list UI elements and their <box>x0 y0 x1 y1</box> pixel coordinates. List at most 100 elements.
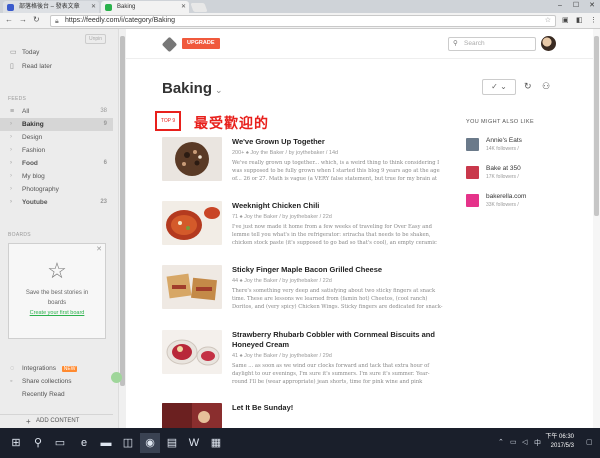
feed-name[interactable]: Annie's Eats <box>486 137 522 144</box>
article-meta: 44 ♠ Joy the Baker / by joythebaker / 22… <box>232 278 332 284</box>
article-thumbnail[interactable] <box>162 403 222 428</box>
window-controls: – ☐ ✕ <box>552 0 600 11</box>
reload-icon[interactable]: ↻ <box>33 15 40 24</box>
ime-icon[interactable]: 中 <box>534 438 541 448</box>
sidebar-feed-baking[interactable]: › Baking 9 <box>0 118 113 131</box>
close-tab-icon[interactable]: ✕ <box>91 1 96 13</box>
article-thumbnail[interactable] <box>162 330 222 374</box>
article-thumbnail[interactable] <box>162 265 222 309</box>
article-summary: There's something very deep and satisfyi… <box>232 288 443 310</box>
clock-time: 下午 06:30 <box>545 434 574 440</box>
chevron-right-icon[interactable]: › <box>10 170 12 183</box>
article-card[interactable]: Weeknight Chicken Chili 71 ♠ Joy the Bak… <box>162 201 442 261</box>
sidebar-feed-design[interactable]: › Design <box>0 131 113 144</box>
tray-expand-icon[interactable]: ⌃ <box>498 438 504 446</box>
notification-icon[interactable]: ▢ <box>586 438 593 446</box>
sidebar-scrollbar[interactable] <box>120 36 125 386</box>
you-might-also-like-heading: YOU MIGHT ALSO LIKE <box>466 119 535 125</box>
sidebar-item-today[interactable]: ▭ Today <box>0 46 113 59</box>
edge-icon[interactable]: e <box>74 433 94 453</box>
search-icon[interactable]: ⚲ <box>28 433 48 453</box>
sidebar-feed-my-blog[interactable]: › My blog <box>0 170 113 183</box>
close-window-icon[interactable]: ✕ <box>584 0 600 11</box>
create-board-link[interactable]: Create your first board <box>9 310 105 316</box>
mark-read-button[interactable]: ✓ ⌄ <box>482 79 516 95</box>
refresh-icon[interactable]: ↻ <box>524 81 532 92</box>
back-icon[interactable]: ← <box>5 15 13 24</box>
app-icon[interactable]: ▦ <box>206 433 226 453</box>
browser-tab-strip: 部落格後台 – 發表文章 ✕ Baking ✕ – ☐ ✕ <box>0 0 600 13</box>
article-card[interactable]: Sticky Finger Maple Bacon Grilled Cheese… <box>162 265 443 325</box>
extension-icon[interactable]: ▣ <box>562 16 569 24</box>
sidebar-item-recently-read[interactable]: Recently Read <box>0 388 113 401</box>
sidebar-item-integrations[interactable]: ◌ Integrations NEW <box>0 362 113 375</box>
bookmark-star-icon[interactable]: ☆ <box>545 16 551 26</box>
windows-start-icon[interactable]: ⊞ <box>6 433 26 453</box>
chevron-right-icon[interactable]: › <box>10 131 12 144</box>
extension-icon[interactable]: ◧ <box>576 16 583 24</box>
new-tab-button[interactable] <box>190 3 208 12</box>
sidebar-feed-youtube[interactable]: › Youtube 23 <box>0 196 113 209</box>
document-icon[interactable]: ▤ <box>162 433 182 453</box>
sidebar-item-read-later[interactable]: ▯ Read later <box>0 60 113 73</box>
forward-icon[interactable]: → <box>19 15 27 24</box>
main-scrollbar[interactable] <box>594 36 599 216</box>
annotation-text: 最受歡迎的 <box>194 115 269 131</box>
maximize-icon[interactable]: ☐ <box>568 0 584 11</box>
sidebar-feed-photography[interactable]: › Photography <box>0 183 113 196</box>
feed-name[interactable]: bakerella.com <box>486 193 526 200</box>
chevron-right-icon[interactable]: › <box>10 118 12 131</box>
article-title[interactable]: Let It Be Sunday! <box>232 403 442 413</box>
search-input[interactable]: ⚲ Search <box>448 37 536 51</box>
avatar[interactable] <box>541 36 556 51</box>
page-title[interactable]: Baking ⌄ <box>162 80 223 97</box>
recommended-feed[interactable]: Bake at 350 17K followers / <box>466 164 576 184</box>
browser-toolbar: ← → ↻ 🔒︎ https://feedly.com/i/category/B… <box>0 13 600 29</box>
close-icon[interactable]: ✕ <box>96 245 102 253</box>
article-thumbnail[interactable] <box>162 137 222 181</box>
article-title[interactable]: Weeknight Chicken Chili <box>232 201 442 211</box>
article-title[interactable]: Sticky Finger Maple Bacon Grilled Cheese <box>232 265 442 275</box>
sidebar-feed-all[interactable]: ≡ All 38 <box>0 105 113 118</box>
article-card[interactable]: Strawberry Rhubarb Cobbler with Cornmeal… <box>162 330 442 398</box>
taskbar-clock[interactable]: 下午 06:30 2017/5/3 <box>545 433 574 451</box>
browser-tab-baking[interactable]: Baking ✕ <box>101 1 189 13</box>
word-icon[interactable]: W <box>184 433 204 453</box>
store-icon[interactable]: ◫ <box>118 433 138 453</box>
chevron-down-icon[interactable]: ⌄ <box>500 82 507 91</box>
unpin-button[interactable]: Unpin <box>85 34 107 44</box>
article-title[interactable]: We've Grown Up Together <box>232 137 442 147</box>
sidebar-item-share-collections[interactable]: ◦ Share collections <box>0 375 113 388</box>
chevron-right-icon[interactable]: › <box>10 157 12 170</box>
sidebar-feed-food[interactable]: › Food 6 <box>0 157 113 170</box>
feed-label: Youtube <box>22 199 48 206</box>
sidebar-feed-fashion[interactable]: › Fashion <box>0 144 113 157</box>
minimize-icon[interactable]: – <box>552 0 568 11</box>
add-content-button[interactable]: + ADD CONTENT <box>0 414 113 427</box>
network-icon[interactable]: ▭ <box>510 438 517 446</box>
file-explorer-icon[interactable]: ▬ <box>96 433 116 453</box>
people-settings-icon[interactable]: ⚇ <box>542 81 550 92</box>
chevron-right-icon[interactable]: › <box>10 183 12 196</box>
volume-icon[interactable]: ◁ <box>522 438 527 446</box>
recommended-feed[interactable]: Annie's Eats 14K followers / <box>466 136 576 156</box>
app-header: UPGRADE ⚲ Search <box>126 29 600 59</box>
chevron-right-icon[interactable]: › <box>10 196 12 209</box>
article-title[interactable]: Strawberry Rhubarb Cobbler with Cornmeal… <box>232 330 442 350</box>
article-thumbnail[interactable] <box>162 201 222 245</box>
article-card[interactable]: We've Grown Up Together 200+ ♠ Joy the B… <box>162 137 442 197</box>
browser-tab-blog[interactable]: 部落格後台 – 發表文章 ✕ <box>3 1 99 13</box>
article-card[interactable]: Let It Be Sunday! <box>162 403 442 428</box>
chevron-right-icon[interactable]: › <box>10 144 12 157</box>
star-plus-icon: ☆ <box>47 258 67 283</box>
chrome-icon[interactable]: ◉ <box>140 433 160 453</box>
feed-name[interactable]: Bake at 350 <box>486 165 521 172</box>
upgrade-button[interactable]: UPGRADE <box>182 38 220 49</box>
close-tab-icon[interactable]: ✕ <box>181 1 186 13</box>
chevron-down-icon[interactable]: ⌄ <box>215 85 223 95</box>
recommended-feed[interactable]: bakerella.com 33K followers / <box>466 192 576 212</box>
address-bar[interactable]: 🔒︎ https://feedly.com/i/category/Baking … <box>50 15 556 27</box>
feedly-logo-icon[interactable] <box>161 36 178 53</box>
menu-icon[interactable]: ⋮ <box>590 16 597 24</box>
task-view-icon[interactable]: ▭ <box>50 433 70 453</box>
